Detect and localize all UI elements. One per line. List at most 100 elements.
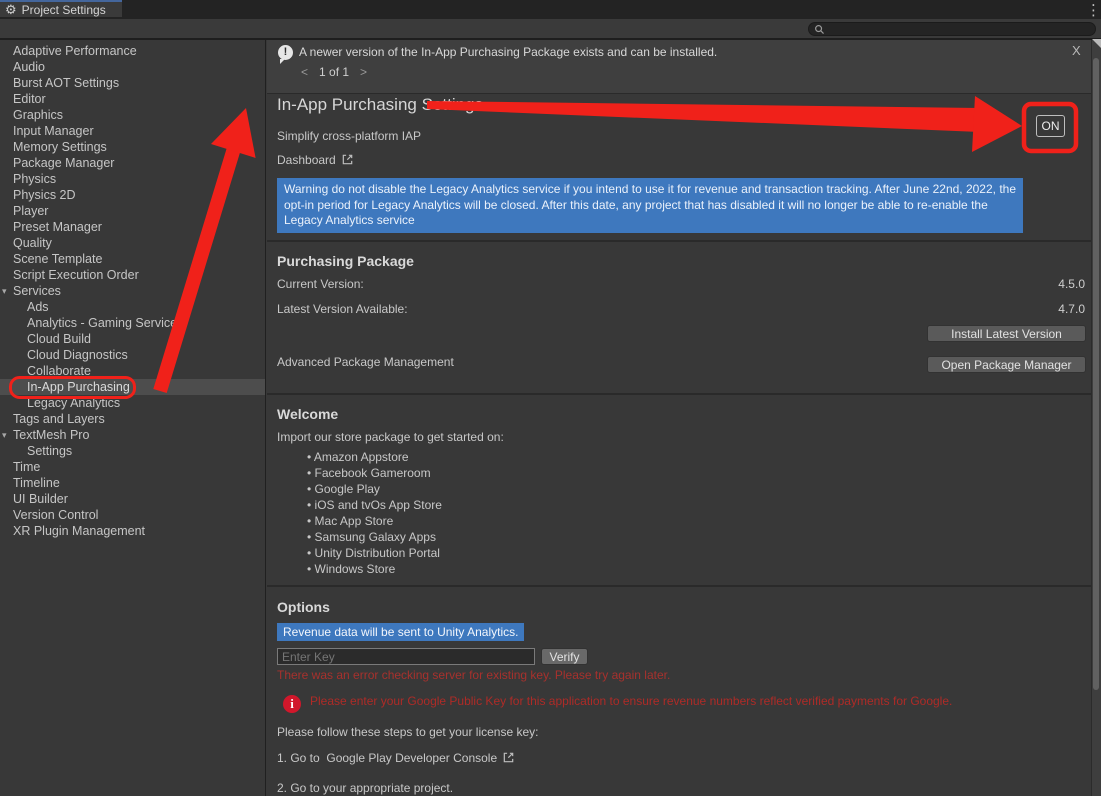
sidebar-item-label: UI Builder bbox=[13, 492, 68, 506]
sidebar-item-label: Package Manager bbox=[13, 156, 114, 170]
sidebar-item-memory-settings[interactable]: Memory Settings bbox=[0, 139, 265, 155]
sidebar-item-label: Audio bbox=[13, 60, 45, 74]
sidebar-item-preset-manager[interactable]: Preset Manager bbox=[0, 219, 265, 235]
tab-project-settings[interactable]: ⚙ Project Settings bbox=[0, 0, 122, 17]
google-play-console-link[interactable]: Google Play Developer Console bbox=[326, 751, 497, 765]
scrollbar-thumb[interactable] bbox=[1093, 58, 1099, 690]
install-latest-version-button[interactable]: Install Latest Version bbox=[927, 325, 1086, 342]
sidebar-item-label: Scene Template bbox=[13, 252, 102, 266]
steps-intro: Please follow these steps to get your li… bbox=[277, 725, 538, 739]
sidebar-item-label: Physics 2D bbox=[13, 188, 76, 202]
sidebar-item-xr-plugin-management[interactable]: XR Plugin Management bbox=[0, 523, 265, 539]
store-list-item: Google Play bbox=[307, 481, 442, 497]
title-bar: ⚙ Project Settings ⋮ bbox=[0, 0, 1101, 19]
sidebar-item-label: XR Plugin Management bbox=[13, 524, 145, 538]
sidebar-item-label: Cloud Diagnostics bbox=[27, 348, 128, 362]
pager-prev-button[interactable]: < bbox=[301, 65, 308, 79]
simplify-iap-label: Simplify cross-platform IAP bbox=[277, 129, 421, 143]
sidebar-item-physics-2d[interactable]: Physics 2D bbox=[0, 187, 265, 203]
legacy-analytics-warning: Warning do not disable the Legacy Analyt… bbox=[277, 178, 1023, 233]
sidebar-item-package-manager[interactable]: Package Manager bbox=[0, 155, 265, 171]
sidebar-item-version-control[interactable]: Version Control bbox=[0, 507, 265, 523]
scroll-corner-triangle bbox=[1092, 39, 1101, 48]
current-version-label: Current Version: bbox=[277, 277, 364, 291]
sidebar-item-label: Input Manager bbox=[13, 124, 94, 138]
latest-version-label: Latest Version Available: bbox=[277, 302, 408, 316]
advanced-package-label: Advanced Package Management bbox=[277, 355, 454, 369]
store-list-item: Windows Store bbox=[307, 561, 442, 577]
sidebar-item-input-manager[interactable]: Input Manager bbox=[0, 123, 265, 139]
open-package-manager-button[interactable]: Open Package Manager bbox=[927, 356, 1086, 373]
sidebar-item-label: Preset Manager bbox=[13, 220, 102, 234]
sidebar-item-label: Services bbox=[13, 284, 61, 298]
sidebar-item-time[interactable]: Time bbox=[0, 459, 265, 475]
foldout-triangle-icon[interactable]: ▾ bbox=[2, 427, 7, 443]
project-settings-window: ⚙ Project Settings ⋮ Adaptive Performanc… bbox=[0, 0, 1101, 796]
sidebar-item-label: Ads bbox=[27, 300, 49, 314]
sidebar-item-timeline[interactable]: Timeline bbox=[0, 475, 265, 491]
notification-pager: < 1 of 1 > bbox=[301, 65, 367, 79]
sidebar-item-burst-aot-settings[interactable]: Burst AOT Settings bbox=[0, 75, 265, 91]
sidebar-item-label: TextMesh Pro bbox=[13, 428, 89, 442]
sidebar-item-in-app-purchasing[interactable]: In-App Purchasing bbox=[0, 379, 265, 395]
sidebar-item-label: Memory Settings bbox=[13, 140, 107, 154]
step-1: 1. Go to Google Play Developer Console bbox=[277, 751, 515, 767]
sidebar-item-ui-builder[interactable]: UI Builder bbox=[0, 491, 265, 507]
verify-button[interactable]: Verify bbox=[541, 648, 588, 665]
sidebar-item-scene-template[interactable]: Scene Template bbox=[0, 251, 265, 267]
sidebar-item-label: Script Execution Order bbox=[13, 268, 139, 282]
sidebar-item-services[interactable]: ▾ Services bbox=[0, 283, 265, 299]
latest-version-value: 4.7.0 bbox=[1058, 302, 1085, 316]
sidebar-item-quality[interactable]: Quality bbox=[0, 235, 265, 251]
notification-message: A newer version of the In-App Purchasing… bbox=[299, 45, 717, 59]
store-list-item: Samsung Galaxy Apps bbox=[307, 529, 442, 545]
purchasing-package-header: Purchasing Package bbox=[277, 253, 414, 269]
step-2: 2. Go to your appropriate project. bbox=[277, 781, 453, 795]
error-info-icon: i bbox=[283, 695, 301, 713]
notification-bar: ! A newer version of the In-App Purchasi… bbox=[267, 40, 1091, 94]
kebab-menu-icon[interactable]: ⋮ bbox=[1086, 1, 1101, 19]
sidebar-item-label: In-App Purchasing bbox=[27, 380, 130, 394]
sidebar-item-physics[interactable]: Physics bbox=[0, 171, 265, 187]
sidebar-item-cloud-diagnostics[interactable]: Cloud Diagnostics bbox=[0, 347, 265, 363]
window-title: Project Settings bbox=[22, 3, 106, 17]
sidebar-item-analytics-gaming-services[interactable]: Analytics - Gaming Services bbox=[0, 315, 265, 331]
options-header: Options bbox=[277, 599, 330, 615]
sidebar-item-label: Timeline bbox=[13, 476, 60, 490]
sidebar-item-label: Analytics - Gaming Services bbox=[27, 316, 183, 330]
sidebar-item-graphics[interactable]: Graphics bbox=[0, 107, 265, 123]
dashboard-link[interactable]: Dashboard bbox=[277, 153, 354, 169]
sidebar-item-label: Legacy Analytics bbox=[27, 396, 120, 410]
sidebar-item-editor[interactable]: Editor bbox=[0, 91, 265, 107]
sidebar-item-label: Physics bbox=[13, 172, 56, 186]
sidebar-item-script-execution-order[interactable]: Script Execution Order bbox=[0, 267, 265, 283]
search-input[interactable] bbox=[808, 22, 1096, 36]
sidebar-item-collaborate[interactable]: Collaborate bbox=[0, 363, 265, 379]
store-list-item: Unity Distribution Portal bbox=[307, 545, 442, 561]
sidebar-item-textmesh-pro[interactable]: ▾ TextMesh Pro bbox=[0, 427, 265, 443]
sidebar-item-legacy-analytics[interactable]: Legacy Analytics bbox=[0, 395, 265, 411]
sidebar-item-ads[interactable]: Ads bbox=[0, 299, 265, 315]
store-list-item: Facebook Gameroom bbox=[307, 465, 442, 481]
current-version-value: 4.5.0 bbox=[1058, 277, 1085, 291]
revenue-notice-chip: Revenue data will be sent to Unity Analy… bbox=[277, 623, 524, 641]
page-title: In-App Purchasing Settings bbox=[277, 95, 483, 115]
google-key-notice: Please enter your Google Public Key for … bbox=[310, 694, 1070, 708]
sidebar-item-label: Settings bbox=[27, 444, 72, 458]
welcome-intro: Import our store package to get started … bbox=[277, 430, 504, 444]
pager-next-button[interactable]: > bbox=[360, 65, 367, 79]
enter-key-input[interactable] bbox=[277, 648, 535, 665]
sidebar-item-adaptive-performance[interactable]: Adaptive Performance bbox=[0, 43, 265, 59]
sidebar-item-audio[interactable]: Audio bbox=[0, 59, 265, 75]
sidebar-item-label: Collaborate bbox=[27, 364, 91, 378]
foldout-triangle-icon[interactable]: ▾ bbox=[2, 283, 7, 299]
sidebar-item-cloud-build[interactable]: Cloud Build bbox=[0, 331, 265, 347]
store-list: Amazon AppstoreFacebook GameroomGoogle P… bbox=[307, 449, 442, 577]
sidebar-item-tags-and-layers[interactable]: Tags and Layers bbox=[0, 411, 265, 427]
sidebar-item-player[interactable]: Player bbox=[0, 203, 265, 219]
section-divider bbox=[267, 393, 1091, 395]
sidebar-item-label: Adaptive Performance bbox=[13, 44, 137, 58]
iap-toggle-on-button[interactable]: ON bbox=[1036, 115, 1065, 137]
sidebar-item-settings[interactable]: Settings bbox=[0, 443, 265, 459]
notification-close-button[interactable]: X bbox=[1072, 43, 1081, 58]
